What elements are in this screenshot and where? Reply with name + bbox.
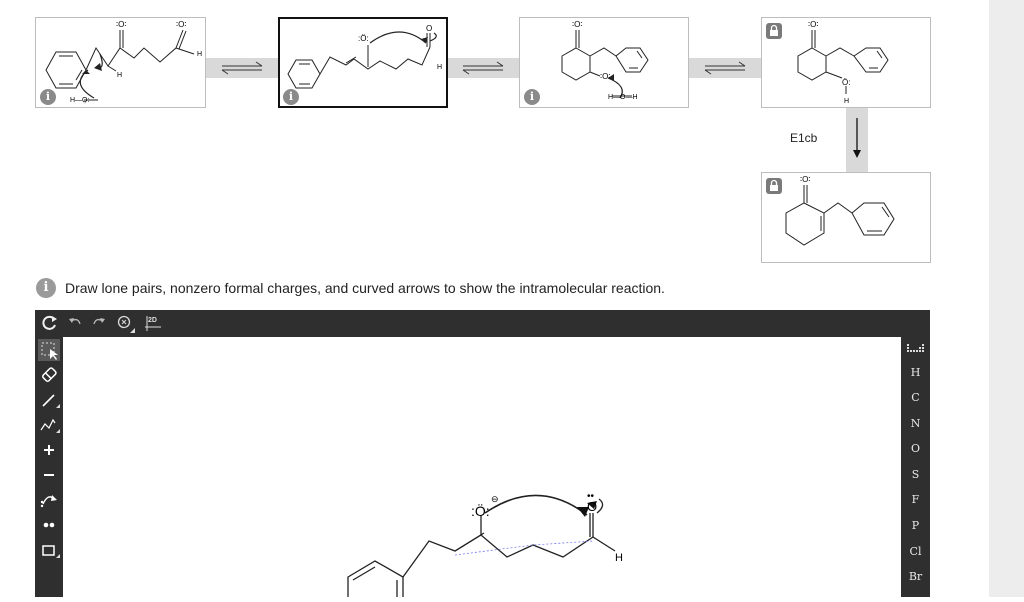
structure-diagram: ∶O∶ Ö: H (797, 20, 889, 105)
mechanism-step-5[interactable]: ∶O∶ (761, 172, 931, 263)
positive-charge-icon[interactable] (38, 439, 60, 461)
canvas-structure: :Ö: ⊖ O •• H (347, 491, 623, 602)
editor-toolbar: 2D (35, 310, 930, 336)
drawing-canvas[interactable]: :Ö: ⊖ O •• H (63, 337, 901, 602)
atom-label: :Ö: (358, 34, 369, 43)
structure-editor: 2D :Ö: ⊖ O •• H H C N O S F P Cl Br (35, 310, 930, 602)
atom-label: H—O̤: (70, 97, 90, 104)
info-icon[interactable]: i (524, 89, 540, 105)
element-button-f[interactable]: F (901, 489, 930, 511)
arrow-label: E1cb (790, 131, 818, 145)
element-button-h[interactable]: H (901, 362, 930, 384)
atom-label: H (437, 64, 442, 71)
negative-charge-icon[interactable] (38, 464, 60, 486)
lock-icon (766, 23, 782, 39)
atom-label: ∶O∶ (808, 20, 818, 29)
equilibrium-arrow (448, 58, 519, 78)
element-button-p[interactable]: P (901, 515, 930, 537)
element-button-cl[interactable]: Cl (901, 541, 930, 563)
instruction: i Draw lone pairs, nonzero formal charge… (36, 278, 665, 298)
atom-label: ∶O∶ (600, 72, 610, 81)
chain-tool-icon[interactable] (38, 414, 60, 436)
structure-diagram: :Ö: O H (287, 24, 442, 89)
atom-label: Ö: (842, 78, 850, 87)
structure-diagram: ∶O∶ ∶O∶ H H H—O̤: (45, 20, 202, 104)
equilibrium-arrow (206, 58, 278, 78)
info-icon[interactable]: i (283, 89, 299, 105)
ring-tool-icon[interactable] (38, 539, 60, 561)
structure-diagram: ∶O∶ ∶O∶ H—O—H (561, 20, 649, 101)
instruction-text: Draw lone pairs, nonzero formal charges,… (65, 280, 665, 296)
element-button-br[interactable]: Br (901, 566, 930, 588)
structure-diagram: ∶O∶ (785, 175, 895, 246)
equilibrium-arrow (689, 58, 761, 78)
mechanism-step-2[interactable]: :Ö: O H i (278, 17, 448, 108)
undo-icon[interactable] (66, 313, 84, 333)
canvas-atom: H (615, 552, 623, 564)
bond-tool-icon[interactable] (38, 389, 60, 411)
element-button-n[interactable]: N (901, 413, 930, 435)
redo-icon[interactable] (90, 313, 108, 333)
atom-label: H—O—H (608, 94, 638, 101)
element-button-c[interactable]: C (901, 387, 930, 409)
canvas-atom: :Ö: (471, 502, 490, 519)
atom-label: ∶O∶ (116, 20, 126, 29)
svg-text:2D: 2D (148, 317, 157, 324)
right-gutter (989, 0, 1024, 597)
clean-2d-icon[interactable]: 2D (143, 313, 163, 333)
info-icon[interactable]: i (40, 89, 56, 105)
select-tool-icon[interactable] (38, 339, 60, 361)
atom-label: ∶O∶ (572, 20, 582, 29)
atom-label: H (844, 98, 849, 105)
zoom-icon[interactable] (114, 313, 136, 333)
atom-label: H (117, 72, 122, 79)
lone-pair-icon[interactable] (38, 514, 60, 536)
periodic-table-icon[interactable] (901, 337, 930, 359)
eraser-icon[interactable] (38, 364, 60, 386)
left-toolbar (35, 337, 63, 597)
reaction-arrow (846, 108, 868, 172)
curved-arrow-icon[interactable] (38, 489, 60, 511)
mechanism-step-1[interactable]: ∶O∶ ∶O∶ H H H—O̤: i (35, 17, 206, 108)
element-button-s[interactable]: S (901, 464, 930, 486)
element-palette: H C N O S F P Cl Br (901, 337, 930, 597)
mechanism-step-4[interactable]: ∶O∶ Ö: H (761, 17, 931, 108)
mechanism-step-3[interactable]: ∶O∶ ∶O∶ H—O—H i (519, 17, 689, 108)
reset-icon[interactable] (39, 313, 59, 333)
atom-label: ∶O∶ (176, 20, 186, 29)
lone-pair: •• (587, 491, 595, 502)
atom-label: H (197, 51, 202, 58)
charge-icon: ⊖ (491, 494, 499, 504)
info-icon[interactable]: i (36, 278, 56, 298)
element-button-o[interactable]: O (901, 438, 930, 460)
atom-label: ∶O∶ (800, 175, 810, 184)
atom-label: O (426, 24, 432, 33)
lock-icon (766, 178, 782, 194)
